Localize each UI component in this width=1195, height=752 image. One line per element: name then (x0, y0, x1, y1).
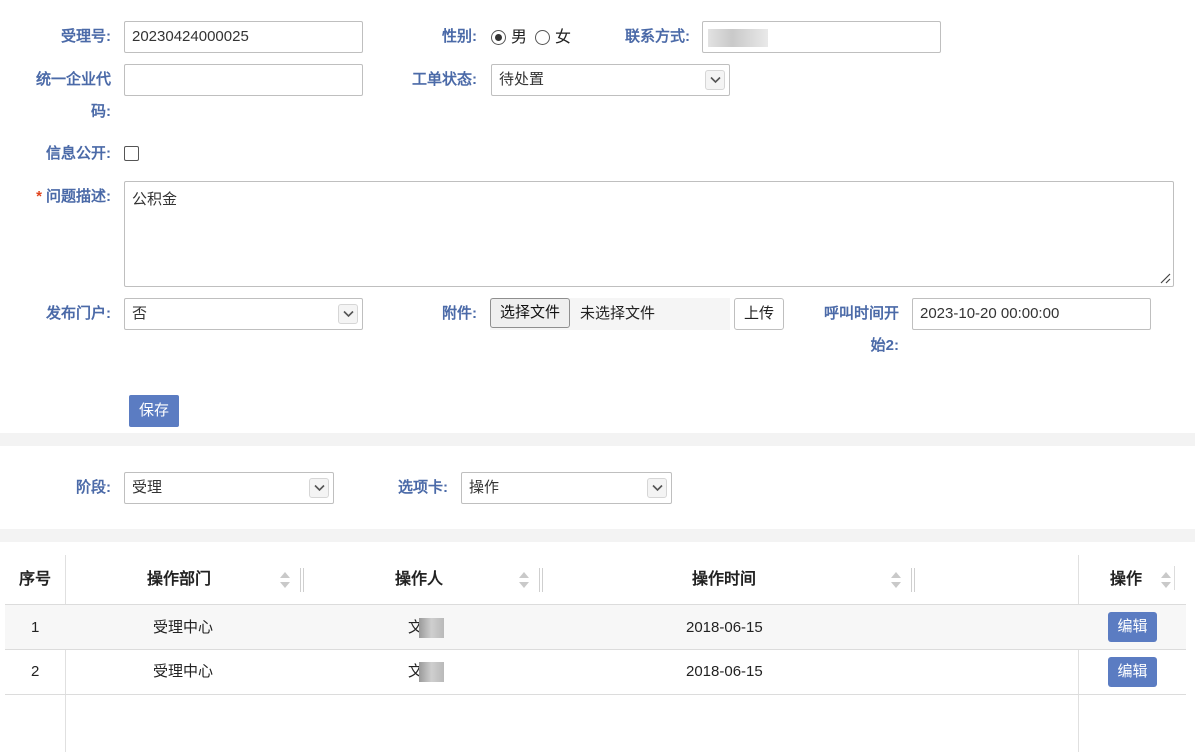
credit-code-label-line1: 统一企业代 (35, 71, 111, 88)
section-divider (0, 433, 1195, 446)
call-start-label-line2: 始2: (870, 337, 899, 354)
status-select[interactable]: 待处置 (491, 64, 730, 96)
chevron-down-icon (705, 70, 725, 90)
description-textarea[interactable]: 公积金 (124, 181, 1174, 287)
redacted-contact (708, 29, 768, 47)
tab-card-value: 操作 (469, 479, 500, 496)
table-cell-no: 2 (31, 663, 40, 680)
gender-female-label: 女 (555, 29, 572, 46)
column-resizer[interactable] (300, 568, 304, 592)
call-start-label-line1: 呼叫时间开 (823, 305, 899, 322)
gender-label: 性别: (442, 28, 477, 45)
tab-card-select[interactable]: 操作 (461, 472, 672, 504)
column-resizer[interactable] (1174, 566, 1182, 590)
stage-select[interactable]: 受理 (124, 472, 334, 504)
contact-label: 联系方式: (625, 28, 690, 45)
col-border (65, 555, 66, 752)
col-border (1078, 555, 1079, 752)
stage-label: 阶段: (76, 479, 111, 496)
credit-code-input[interactable] (124, 64, 363, 96)
call-start-input[interactable]: 2023-10-20 00:00:00 (912, 298, 1151, 330)
publish-portal-select[interactable]: 否 (124, 298, 363, 330)
status-label: 工单状态: (412, 71, 477, 88)
column-header-action[interactable]: 操作 (1110, 570, 1142, 590)
no-file-chosen-text: 未选择文件 (580, 305, 656, 322)
sort-icon[interactable] (279, 571, 291, 589)
gender-male-label: 男 (511, 29, 528, 46)
attachment-label: 附件: (442, 305, 477, 322)
chevron-down-icon (338, 304, 358, 324)
contact-input[interactable] (702, 21, 941, 53)
column-resizer[interactable] (539, 568, 543, 592)
status-value: 待处置 (499, 71, 545, 88)
column-header-dept[interactable]: 操作部门 (147, 570, 211, 590)
column-resizer[interactable] (911, 568, 915, 592)
accept-no-label: 受理号: (61, 28, 111, 45)
table-cell-time: 2018-06-15 (686, 619, 763, 636)
redacted-operator-name (419, 662, 444, 682)
row-border (5, 649, 1186, 650)
stage-value: 受理 (132, 479, 163, 496)
credit-code-label-line2: 码: (91, 103, 111, 120)
sort-icon[interactable] (1160, 571, 1172, 589)
sort-icon[interactable] (890, 571, 902, 589)
public-info-checkbox[interactable] (124, 146, 139, 161)
description-label: * 问题描述: (36, 181, 111, 213)
public-info-label: 信息公开: (46, 145, 111, 162)
gender-female-radio[interactable] (535, 30, 550, 45)
choose-file-button[interactable]: 选择文件 (490, 298, 571, 328)
sort-icon[interactable] (518, 571, 530, 589)
description-value: 公积金 (132, 191, 178, 208)
required-mark: * (36, 188, 42, 205)
chevron-down-icon (309, 478, 329, 498)
table-cell-time: 2018-06-15 (686, 663, 763, 680)
column-header-operator[interactable]: 操作人 (395, 570, 443, 590)
gender-male-radio[interactable] (491, 30, 506, 45)
save-button[interactable]: 保存 (129, 395, 179, 427)
description-label-text: 问题描述: (46, 188, 111, 205)
table-cell-dept: 受理中心 (153, 663, 214, 680)
tab-card-label: 选项卡: (398, 479, 448, 496)
row-border (5, 694, 1186, 695)
edit-button[interactable]: 编辑 (1108, 657, 1157, 687)
publish-portal-value: 否 (132, 305, 148, 322)
accept-no-input[interactable]: 20230424000025 (124, 21, 363, 53)
upload-button[interactable]: 上传 (734, 298, 784, 330)
redacted-operator-name (419, 618, 444, 638)
column-header-time[interactable]: 操作时间 (692, 570, 756, 590)
section-divider (0, 529, 1195, 542)
resize-grip-icon[interactable] (1157, 270, 1171, 284)
table-cell-no: 1 (31, 619, 40, 636)
edit-button[interactable]: 编辑 (1108, 612, 1157, 642)
table-cell-dept: 受理中心 (153, 619, 214, 636)
publish-portal-label: 发布门户: (46, 305, 111, 322)
chevron-down-icon (647, 478, 667, 498)
column-header-no[interactable]: 序号 (19, 570, 51, 590)
